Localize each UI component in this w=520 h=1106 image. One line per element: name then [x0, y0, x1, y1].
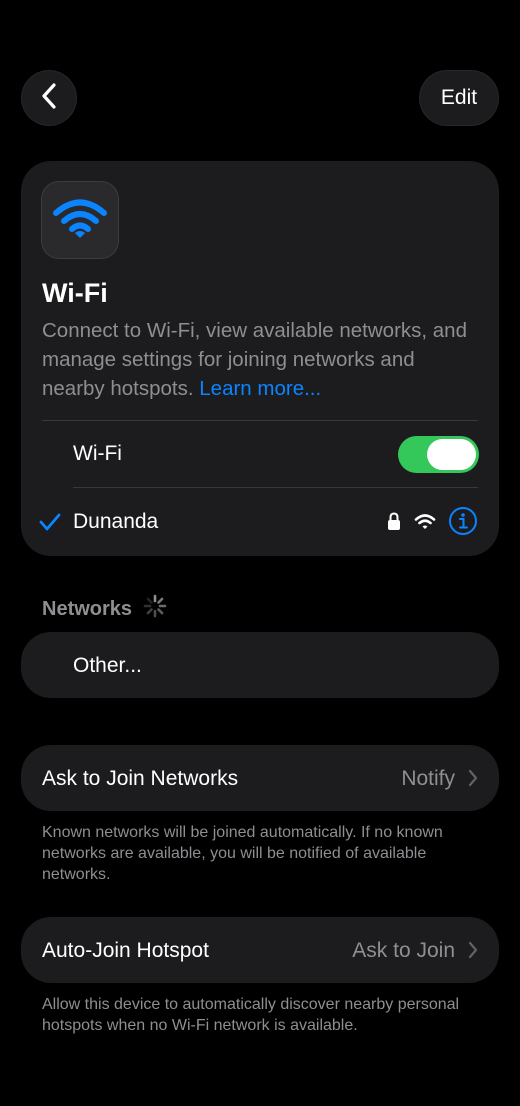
networks-section-header: Networks — [42, 593, 168, 625]
chevron-right-icon — [468, 769, 478, 792]
other-network-row[interactable]: Other... — [21, 632, 499, 698]
learn-more-link[interactable]: Learn more... — [199, 377, 321, 400]
back-button[interactable] — [21, 70, 77, 126]
wifi-info-card: Wi-Fi Connect to Wi-Fi, view available n… — [21, 161, 499, 556]
connected-network-row[interactable]: Dunanda — [21, 488, 499, 556]
auto-join-hotspot-footnote: Allow this device to automatically disco… — [42, 996, 460, 1034]
network-name: Dunanda — [73, 510, 159, 533]
networks-header-label: Networks — [42, 597, 133, 620]
wifi-app-icon — [41, 181, 119, 259]
page-title: Wi-Fi — [42, 278, 108, 308]
chevron-left-icon — [39, 82, 59, 115]
info-icon[interactable] — [448, 506, 478, 541]
ask-to-join-footnote: Known networks will be joined automatica… — [42, 824, 443, 883]
lock-icon — [387, 512, 401, 536]
wifi-signal-icon — [414, 513, 436, 535]
wifi-toggle-label: Wi-Fi — [73, 442, 122, 465]
auto-join-hotspot-row[interactable]: Auto-Join Hotspot Ask to Join — [21, 917, 499, 983]
other-network-label: Other... — [73, 654, 142, 677]
ask-to-join-value: Notify — [401, 767, 455, 790]
toggle-knob — [427, 439, 476, 470]
edit-button[interactable]: Edit — [419, 70, 499, 126]
checkmark-icon — [38, 512, 62, 537]
page-description: Connect to Wi-Fi, view available network… — [42, 316, 482, 403]
wifi-icon — [52, 196, 108, 245]
auto-join-hotspot-value: Ask to Join — [352, 939, 455, 962]
loading-spinner-icon — [142, 593, 168, 625]
wifi-toggle[interactable] — [398, 436, 479, 473]
chevron-right-icon — [468, 941, 478, 964]
ask-to-join-label: Ask to Join Networks — [42, 767, 239, 790]
divider — [42, 420, 478, 421]
ask-to-join-row[interactable]: Ask to Join Networks Notify — [21, 745, 499, 811]
auto-join-hotspot-label: Auto-Join Hotspot — [42, 939, 209, 962]
